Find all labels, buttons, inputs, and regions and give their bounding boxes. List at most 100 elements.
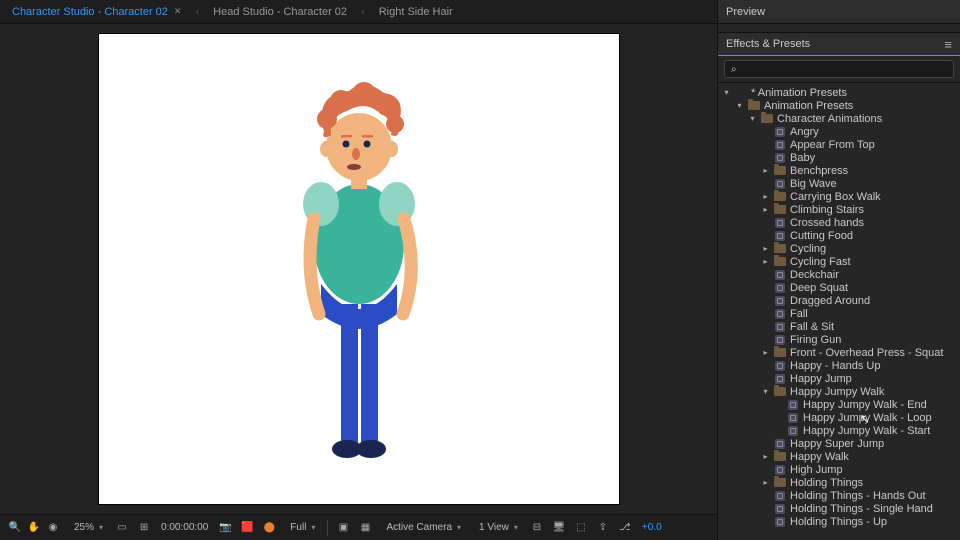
preview-panel-header[interactable]: Preview <box>718 0 960 24</box>
guides-icon[interactable]: ⊟ <box>530 521 544 535</box>
tree-row[interactable]: Cutting Food <box>718 229 960 242</box>
tab-label: Character Studio - Character 02 <box>12 6 168 18</box>
color-icon[interactable]: ⬤ <box>262 521 276 535</box>
folder-icon <box>747 100 761 111</box>
tree-row[interactable]: Happy - Hands Up <box>718 359 960 372</box>
tree-row[interactable]: High Jump <box>718 463 960 476</box>
preset-icon <box>773 308 787 319</box>
channel-icon[interactable]: 🟥 <box>240 521 254 535</box>
twisty-closed-icon[interactable]: ▸ <box>761 257 770 266</box>
tab-head-studio[interactable]: Head Studio - Character 02 <box>207 0 353 24</box>
composition-tabs: Character Studio - Character 02 ✕ ‹ Head… <box>0 0 717 24</box>
tree-row[interactable]: Holding Things - Hands Out <box>718 489 960 502</box>
preset-icon <box>773 269 787 280</box>
tree-row[interactable]: ▾* Animation Presets <box>718 86 960 99</box>
effects-search-input[interactable]: ⌕ <box>724 60 954 78</box>
twisty-closed-icon[interactable]: ▸ <box>761 348 770 357</box>
tree-label: Big Wave <box>790 178 837 190</box>
twisty-closed-icon[interactable]: ▸ <box>761 192 770 201</box>
tree-label: Crossed hands <box>790 217 864 229</box>
preset-icon <box>773 360 787 371</box>
tree-row[interactable]: Angry <box>718 125 960 138</box>
resolution-dropdown[interactable]: Full ▾ <box>284 522 319 533</box>
tree-row[interactable]: ▸Holding Things <box>718 476 960 489</box>
tree-row[interactable]: ▸Happy Walk <box>718 450 960 463</box>
twisty-closed-icon[interactable]: ▸ <box>761 166 770 175</box>
tab-label: Head Studio - Character 02 <box>213 6 347 18</box>
tree-label: Happy Jumpy Walk <box>790 386 884 398</box>
tree-row[interactable]: Big Wave <box>718 177 960 190</box>
twisty-closed-icon[interactable]: ▸ <box>761 205 770 214</box>
composition-canvas <box>99 34 619 504</box>
timeline-icon[interactable]: ⎇ <box>618 521 632 535</box>
twisty-open-icon[interactable]: ▾ <box>761 387 770 396</box>
tree-row[interactable]: Deep Squat <box>718 281 960 294</box>
tree-row[interactable]: ▸ Climbing Stairs <box>718 203 960 216</box>
exposure-value[interactable]: +0.0 <box>640 522 664 533</box>
share-icon[interactable]: ⇪ <box>596 521 610 535</box>
tree-row[interactable]: ▾Animation Presets <box>718 99 960 112</box>
tree-row[interactable]: ▾ Happy Jumpy Walk <box>718 385 960 398</box>
tree-row[interactable]: Happy Jumpy Walk - Start <box>718 424 960 437</box>
tree-row[interactable]: Happy Jump <box>718 372 960 385</box>
tree-row[interactable]: ▸Carrying Box Walk <box>718 190 960 203</box>
tree-row[interactable]: Dragged Around <box>718 294 960 307</box>
folder-icon <box>773 204 787 215</box>
tree-label: Appear From Top <box>790 139 875 151</box>
region-icon[interactable]: ▣ <box>336 521 350 535</box>
effects-panel-header[interactable]: Effects & Presets ≡ <box>718 32 960 56</box>
tree-row[interactable]: Baby <box>718 151 960 164</box>
twisty-closed-icon[interactable]: ▸ <box>761 452 770 461</box>
tree-row[interactable]: ▸ Front - Overhead Press - Squat <box>718 346 960 359</box>
preset-icon <box>773 295 787 306</box>
twisty-open-icon[interactable]: ▾ <box>722 88 731 97</box>
twisty-closed-icon[interactable]: ▸ <box>761 478 770 487</box>
twisty-closed-icon[interactable]: ▸ <box>761 244 770 253</box>
tree-label: Climbing Stairs <box>790 204 864 216</box>
tree-row[interactable]: Happy Super Jump <box>718 437 960 450</box>
effects-tree[interactable]: ▾* Animation Presets▾Animation Presets▾C… <box>718 83 960 540</box>
views-dropdown[interactable]: 1 View ▾ <box>473 522 522 533</box>
twisty-open-icon[interactable]: ▾ <box>748 114 757 123</box>
renderer-icon[interactable]: 🖥 <box>552 521 566 535</box>
tree-row[interactable]: Fall & Sit <box>718 320 960 333</box>
preset-icon <box>773 373 787 384</box>
zoom-dropdown[interactable]: 25% ▾ <box>68 522 107 533</box>
camera-dropdown[interactable]: Active Camera ▾ <box>380 522 465 533</box>
tree-row[interactable]: ▾Character Animations <box>718 112 960 125</box>
3d-icon[interactable]: ⬚ <box>574 521 588 535</box>
tab-right-side-hair[interactable]: Right Side Hair <box>373 0 459 24</box>
twisty-open-icon[interactable]: ▾ <box>735 101 744 110</box>
tab-character-studio[interactable]: Character Studio - Character 02 ✕ <box>6 0 187 24</box>
close-icon[interactable]: ✕ <box>174 6 182 17</box>
safe-zones-icon[interactable]: ⊞ <box>137 521 151 535</box>
tree-row[interactable]: Crossed hands <box>718 216 960 229</box>
zoom-value: 25% <box>72 522 96 533</box>
tree-row[interactable]: ▸Cycling Fast <box>718 255 960 268</box>
tree-label: Deep Squat <box>790 282 848 294</box>
tree-row[interactable]: Holding Things - Single Hand <box>718 502 960 515</box>
tree-label: Angry <box>790 126 819 138</box>
tree-row[interactable]: Appear From Top <box>718 138 960 151</box>
magnify-icon[interactable]: 🔍 <box>8 521 22 535</box>
panel-menu-icon[interactable]: ≡ <box>944 37 952 52</box>
tree-row[interactable]: Happy Jumpy Walk - Loop↖ <box>718 411 960 424</box>
tree-row[interactable]: Holding Things - Up <box>718 515 960 528</box>
pixel-aspect-icon[interactable]: ▭ <box>115 521 129 535</box>
hand-icon[interactable]: ✋ <box>27 521 41 535</box>
tree-row[interactable]: ▸Cycling <box>718 242 960 255</box>
tree-row[interactable]: Happy Jumpy Walk - End <box>718 398 960 411</box>
tree-row[interactable]: Deckchair <box>718 268 960 281</box>
tree-label: Deckchair <box>790 269 839 281</box>
snapshot-icon[interactable]: 📷 <box>218 521 232 535</box>
timecode[interactable]: 0:00:00:00 <box>159 522 210 533</box>
tree-label: Front - Overhead Press - Squat <box>790 347 943 359</box>
tree-row[interactable]: Fall <box>718 307 960 320</box>
tree-row[interactable]: Firing Gun <box>718 333 960 346</box>
transparency-icon[interactable]: ▦ <box>358 521 372 535</box>
tree-row[interactable]: ▸Benchpress <box>718 164 960 177</box>
resolution-value: Full <box>288 522 308 533</box>
mask-icon[interactable]: ◉ <box>46 521 60 535</box>
composition-viewport[interactable] <box>0 24 717 514</box>
folder-icon <box>773 477 787 488</box>
